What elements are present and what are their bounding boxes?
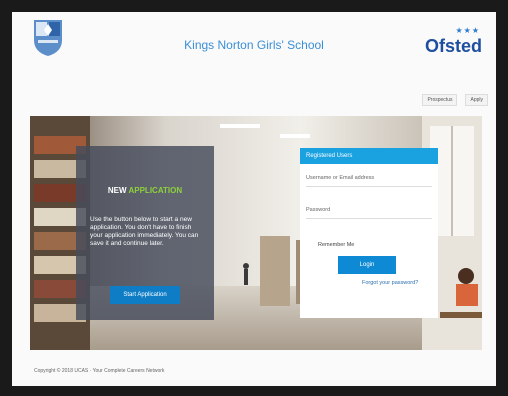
footer-copyright: Copyright © 2018 UCAS · Your Complete Ca…: [34, 368, 165, 374]
new-title-part2: APPLICATION: [128, 186, 183, 195]
login-panel: Registered Users Username or Email addre…: [300, 148, 438, 318]
new-application-description: Use the button below to start a new appl…: [90, 216, 199, 247]
new-title-part1: NEW: [107, 186, 127, 195]
login-heading: Registered Users: [300, 148, 438, 164]
forgot-password-link[interactable]: Forgot your password?: [362, 280, 418, 286]
login-button[interactable]: Login: [338, 256, 396, 274]
apply-link[interactable]: Apply: [465, 94, 488, 106]
new-application-panel: NEW APPLICATION Use the button below to …: [76, 146, 214, 320]
remember-me-checkbox[interactable]: Remember Me: [318, 242, 354, 248]
ofsted-stars-icon: ★★★: [455, 26, 480, 35]
prospectus-link[interactable]: Prospectus: [422, 94, 458, 106]
page: Kings Norton Girls' School ★★★ Ofsted Pr…: [12, 12, 496, 386]
top-links: Prospectus Apply: [422, 94, 488, 106]
password-field[interactable]: Password: [306, 202, 432, 219]
remember-me-label: Remember Me: [318, 242, 355, 248]
school-name: Kings Norton Girls' School: [184, 38, 324, 52]
new-application-title: NEW APPLICATION: [76, 186, 214, 195]
start-application-button[interactable]: Start Application: [110, 286, 180, 304]
ofsted-logo: Ofsted: [424, 36, 482, 56]
username-field[interactable]: Username or Email address: [306, 170, 432, 187]
header: Kings Norton Girls' School ★★★ Ofsted: [12, 12, 496, 72]
